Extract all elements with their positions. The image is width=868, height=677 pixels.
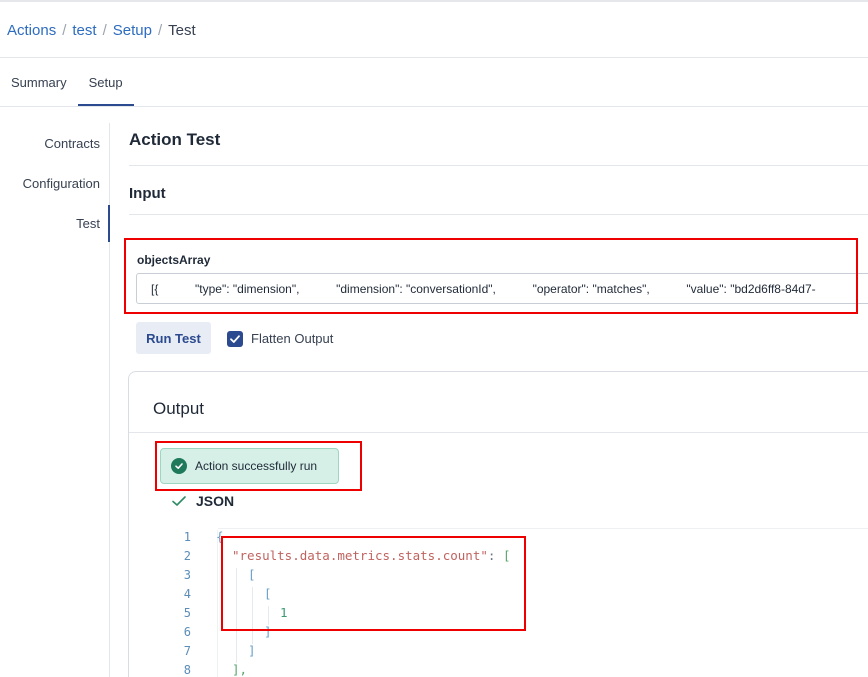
breadcrumb: Actions / test / Setup / Test bbox=[7, 19, 196, 41]
line-number: 2 bbox=[183, 549, 191, 563]
breadcrumb-separator: / bbox=[102, 21, 107, 39]
code-line-2: "results.data.metrics.stats.count": [ bbox=[232, 548, 510, 563]
divider bbox=[129, 165, 868, 166]
line-number: 5 bbox=[183, 606, 191, 620]
flatten-output-checkbox[interactable] bbox=[227, 331, 243, 347]
code-line-3: [ bbox=[248, 567, 256, 582]
breadcrumb-separator: / bbox=[157, 21, 163, 39]
line-number: 8 bbox=[183, 663, 191, 677]
line-number: 6 bbox=[183, 625, 191, 639]
tab-setup[interactable]: Setup bbox=[77, 58, 134, 106]
check-circle-icon bbox=[171, 458, 187, 474]
code-line-5: 1 bbox=[280, 605, 288, 620]
json-toggle[interactable]: JSON bbox=[196, 493, 234, 509]
line-number: 3 bbox=[183, 568, 191, 582]
breadcrumb-test-link[interactable]: test bbox=[72, 22, 96, 39]
objects-array-input[interactable]: [{ "type": "dimension", "dimension": "co… bbox=[136, 273, 868, 304]
divider bbox=[129, 214, 868, 215]
line-number: 1 bbox=[183, 530, 191, 544]
page-title: Action Test bbox=[129, 130, 221, 149]
output-card bbox=[128, 371, 868, 677]
divider bbox=[0, 106, 868, 107]
top-border bbox=[0, 0, 868, 2]
objects-array-label: objectsArray bbox=[137, 253, 211, 267]
json-colon: : bbox=[487, 548, 503, 563]
breadcrumb-setup-link[interactable]: Setup bbox=[113, 22, 152, 39]
checkbox-checked-icon bbox=[230, 335, 240, 343]
input-section-title: Input bbox=[129, 185, 166, 202]
sidenav-active-indicator bbox=[108, 205, 110, 242]
indent-guide bbox=[236, 568, 237, 663]
check-icon bbox=[172, 496, 186, 506]
indent-guide bbox=[268, 606, 269, 625]
output-title: Output bbox=[153, 399, 205, 418]
flatten-output-label: Flatten Output bbox=[251, 331, 334, 346]
tab-bar: Summary Setup bbox=[0, 58, 134, 106]
indent-guide bbox=[252, 587, 253, 644]
success-status-text: Action successfully run bbox=[195, 459, 318, 473]
divider bbox=[129, 432, 868, 433]
code-line-6: ] bbox=[264, 624, 272, 639]
sidenav-item-test[interactable]: Test bbox=[76, 216, 100, 231]
json-bracket: [ bbox=[502, 548, 511, 563]
sidenav-item-configuration[interactable]: Configuration bbox=[23, 176, 100, 191]
code-line-1: { bbox=[216, 529, 224, 544]
breadcrumb-separator: / bbox=[62, 21, 67, 39]
code-gutter-divider bbox=[217, 530, 218, 677]
code-line-4: [ bbox=[264, 586, 272, 601]
breadcrumb-current: Test bbox=[168, 21, 196, 39]
line-number: 7 bbox=[183, 644, 191, 658]
line-number: 4 bbox=[183, 587, 191, 601]
json-key: "results.data.metrics.stats.count" bbox=[232, 548, 488, 563]
code-line-8: ], bbox=[232, 662, 248, 677]
success-status-badge: Action successfully run bbox=[160, 448, 339, 484]
tab-summary[interactable]: Summary bbox=[0, 58, 78, 106]
code-line-7: ] bbox=[248, 643, 256, 658]
breadcrumb-actions-link[interactable]: Actions bbox=[7, 22, 56, 39]
code-viewer-top-border bbox=[218, 528, 868, 529]
run-test-button[interactable]: Run Test bbox=[136, 322, 211, 354]
sidenav-item-contracts[interactable]: Contracts bbox=[44, 136, 100, 151]
